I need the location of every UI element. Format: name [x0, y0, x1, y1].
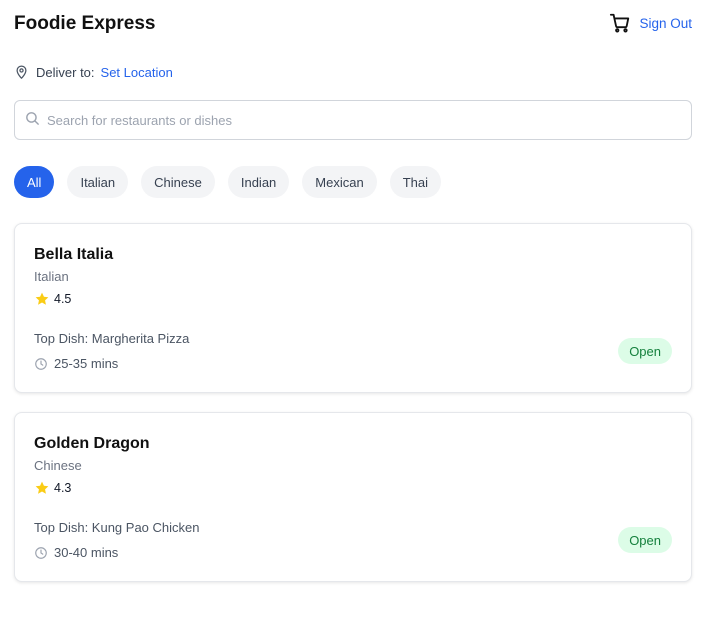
restaurant-rating: 4.5 [34, 291, 71, 307]
search-bar [14, 100, 692, 140]
restaurant-name: Bella Italia [34, 246, 114, 263]
delivery-location: Deliver to: Set Location [14, 62, 173, 82]
delivery-time: 25-35 mins [34, 356, 118, 371]
rating-value: 4.3 [54, 481, 72, 495]
deliver-to-label: Deliver to: [36, 64, 95, 80]
status-badge: Open [618, 338, 672, 364]
app-title: Foodie Express [14, 13, 156, 34]
shopping-cart-icon[interactable] [609, 12, 631, 34]
restaurant-name: Golden Dragon [34, 435, 150, 452]
category-chip-indian[interactable]: Indian [227, 166, 290, 198]
app-header: Foodie Express Sign Out [14, 12, 692, 36]
category-filters: All Italian Chinese Indian Mexican Thai [14, 166, 441, 198]
delivery-time-value: 25-35 mins [54, 356, 119, 371]
top-dish: Top Dish: Kung Pao Chicken [34, 520, 200, 535]
restaurant-rating: 4.3 [34, 480, 71, 496]
category-chip-mexican[interactable]: Mexican [302, 166, 377, 198]
restaurant-cuisine: Italian [34, 269, 69, 284]
set-location-link[interactable]: Set Location [101, 65, 173, 80]
restaurant-cuisine: Chinese [34, 458, 82, 473]
restaurant-card[interactable]: Golden Dragon Chinese 4.3 Top Dish: Kung… [14, 412, 692, 582]
category-chip-all[interactable]: All [14, 166, 55, 198]
star-icon [35, 292, 49, 305]
top-dish: Top Dish: Margherita Pizza [34, 331, 190, 346]
category-chip-thai[interactable]: Thai [389, 166, 441, 198]
rating-value: 4.5 [54, 292, 72, 306]
star-icon [35, 481, 49, 494]
restaurant-card[interactable]: Bella Italia Italian 4.5 Top Dish: Margh… [14, 223, 692, 393]
status-badge: Open [618, 527, 672, 553]
search-icon [26, 112, 39, 125]
delivery-time: 30-40 mins [34, 545, 118, 560]
category-chip-italian[interactable]: Italian [67, 166, 129, 198]
category-chip-chinese[interactable]: Chinese [141, 166, 215, 198]
delivery-time-value: 30-40 mins [54, 545, 119, 560]
clock-icon [35, 357, 47, 370]
map-pin-icon [16, 65, 27, 79]
search-input[interactable] [47, 101, 677, 139]
clock-icon [35, 546, 47, 559]
sign-out-button[interactable]: Sign Out [639, 15, 692, 33]
